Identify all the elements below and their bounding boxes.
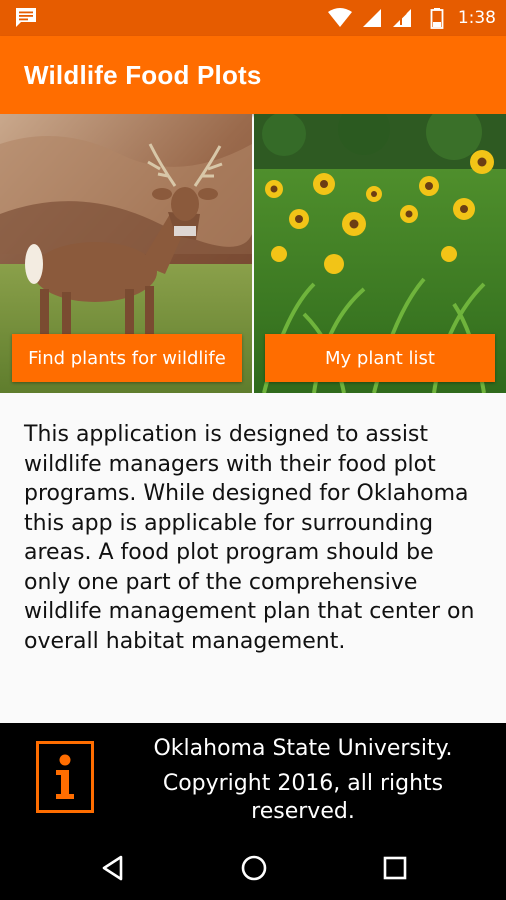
description-line: areas. A food plot program should be [24,540,434,565]
copyright-text: Oklahoma State University. Copyright 201… [140,733,466,825]
no-sim-signal-icon [392,9,411,27]
battery-icon [430,8,444,29]
footer: Oklahoma State University. Copyright 201… [0,723,506,835]
clock: 1:38 [457,8,496,28]
sunflower-panel: My plant list [254,114,506,393]
description-line: programs. While designed for Oklahoma [24,481,469,506]
deer-panel: Find plants for wildlife [0,114,252,393]
cell-signal-icon [362,9,381,27]
back-icon[interactable] [98,853,128,883]
description-line: wildlife management plan that center on [24,599,475,624]
description-line: only one part of the comprehensive [24,569,418,595]
my-plant-list-button[interactable]: My plant list [265,334,495,382]
footer-line: Copyright 2016, all rights [162,771,444,796]
home-icon[interactable] [239,853,269,883]
description-text: This application is designed to assist w… [24,420,488,656]
info-button[interactable] [36,741,94,813]
footer-line: reserved. [251,799,355,824]
footer-line: Oklahoma State University. [153,736,453,761]
notification-message-icon [16,8,36,27]
navigation-bar [0,835,506,900]
app-bar: Wildlife Food Plots [0,36,506,114]
wifi-icon [327,8,352,27]
find-plants-button[interactable]: Find plants for wildlife [12,334,242,382]
description-line: wildlife managers with their food plot [24,451,436,477]
description-line: this app is applicable for surrounding [24,510,434,536]
description-line: This application is designed to assist [24,422,429,447]
status-bar: 1:38 [0,0,506,36]
info-icon [56,754,74,799]
app-title: Wildlife Food Plots [24,60,262,90]
recents-icon[interactable] [380,853,410,883]
description-line: overall habitat management. [24,628,346,654]
